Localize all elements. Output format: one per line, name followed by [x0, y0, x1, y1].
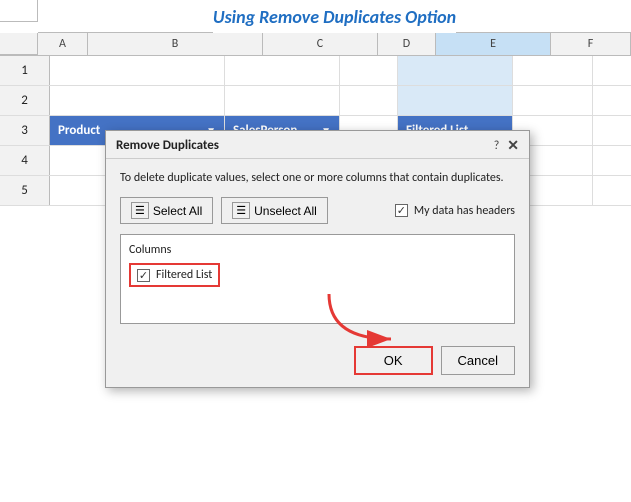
dialog-help-button[interactable]: ? — [494, 139, 500, 153]
my-data-headers-row: ✓ My data has headers — [395, 204, 515, 218]
spreadsheet: Using Remove Duplicates Option A B C D E… — [0, 0, 631, 502]
my-data-headers-checkbox[interactable]: ✓ — [395, 204, 408, 217]
cell-f1 — [513, 56, 593, 85]
select-all-label: Select All — [153, 204, 202, 218]
column-header-row: A B C D E F — [0, 33, 631, 56]
dialog-close-button[interactable]: ✕ — [507, 137, 519, 154]
unselect-all-label: Unselect All — [254, 204, 317, 218]
cell-e2 — [398, 86, 513, 115]
corner-cell — [0, 0, 38, 22]
columns-label: Columns — [129, 243, 506, 257]
cell-c1 — [225, 56, 340, 85]
col-header-c: C — [263, 33, 378, 55]
cell-b2 — [50, 86, 225, 115]
ok-button[interactable]: OK — [354, 346, 433, 375]
row-num-4: 4 — [0, 146, 50, 175]
table-row: 1 — [0, 56, 631, 86]
cell-c2 — [225, 86, 340, 115]
cancel-button[interactable]: Cancel — [441, 346, 515, 375]
table-row: 2 — [0, 86, 631, 116]
row-num-3: 3 — [0, 116, 50, 145]
cell-f2 — [513, 86, 593, 115]
dialog-controls: ? ✕ — [494, 137, 519, 154]
col-header-e: E — [436, 33, 551, 55]
col-header-f: F — [551, 33, 631, 55]
filtered-list-item-label: Filtered List — [156, 268, 212, 282]
row-num-2: 2 — [0, 86, 50, 115]
my-data-headers-label: My data has headers — [414, 204, 515, 218]
col-header-a: A — [38, 33, 88, 55]
filtered-list-checkbox[interactable]: ✓ — [137, 269, 150, 282]
cell-b1 — [50, 56, 225, 85]
dialog-action-row: ☰ Select All ☰ Unselect All ✓ My data ha… — [120, 197, 515, 224]
cell-d1 — [340, 56, 398, 85]
remove-duplicates-dialog: Remove Duplicates ? ✕ To delete duplicat… — [105, 130, 530, 388]
cell-d2 — [340, 86, 398, 115]
row-num-5: 5 — [0, 176, 50, 205]
dialog-title: Remove Duplicates — [116, 138, 219, 153]
unselect-all-button[interactable]: ☰ Unselect All — [221, 197, 328, 224]
select-all-icon: ☰ — [131, 202, 149, 219]
cell-e1 — [398, 56, 513, 85]
dialog-titlebar: Remove Duplicates ? ✕ — [106, 131, 529, 159]
red-arrow-indicator — [319, 289, 409, 349]
header-spacer — [0, 33, 38, 55]
unselect-all-icon: ☰ — [232, 202, 250, 219]
sheet-title: Using Remove Duplicates Option — [213, 0, 456, 34]
dialog-description: To delete duplicate values, select one o… — [120, 169, 515, 187]
row-num-1: 1 — [0, 56, 50, 85]
select-all-button[interactable]: ☰ Select All — [120, 197, 213, 224]
dialog-footer: OK Cancel — [106, 346, 529, 387]
dialog-body: To delete duplicate values, select one o… — [106, 159, 529, 346]
col-header-b: B — [88, 33, 263, 55]
col-header-d: D — [378, 33, 436, 55]
filtered-list-column-item[interactable]: ✓ Filtered List — [129, 263, 220, 287]
columns-box: Columns ✓ Filtered List — [120, 234, 515, 324]
